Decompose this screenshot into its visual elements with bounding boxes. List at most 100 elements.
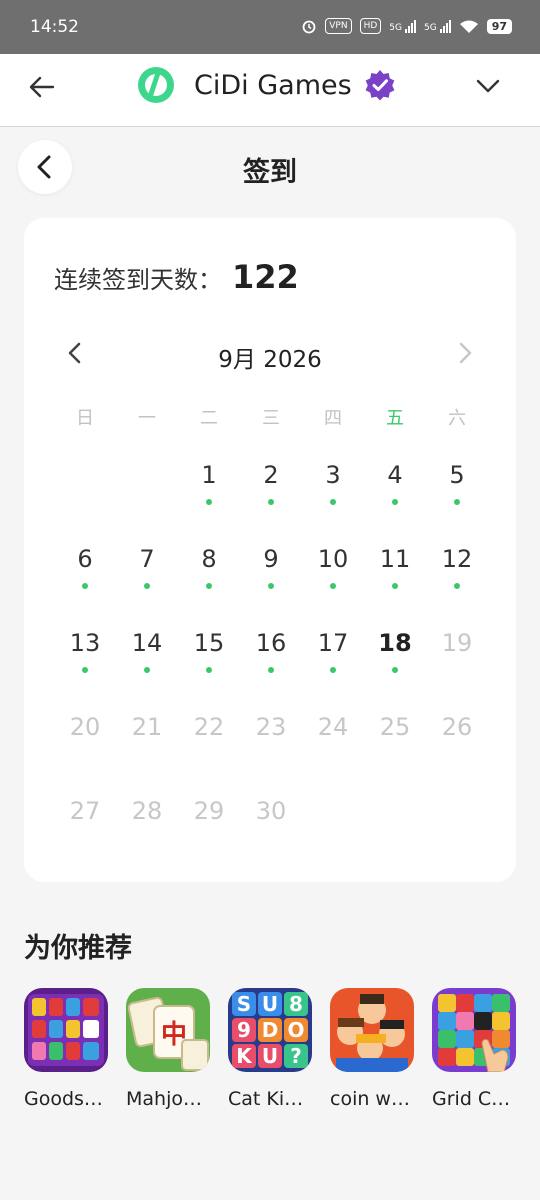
checked-in-dot xyxy=(206,499,212,505)
day-cell: 27 xyxy=(54,786,116,870)
day-cell: 29 xyxy=(178,786,240,870)
hd-badge: HD xyxy=(359,18,382,34)
status-icons: VPN HD 5G 5G 97 xyxy=(301,18,512,34)
brand-name: CiDi Games xyxy=(194,69,352,101)
month-label: 9月 2026 xyxy=(218,347,322,373)
day-cell[interactable]: 16 xyxy=(240,618,302,702)
streak-count: 122 xyxy=(232,258,299,296)
day-number: 21 xyxy=(131,713,163,741)
day-cell[interactable]: 17 xyxy=(302,618,364,702)
day-number: 27 xyxy=(69,797,101,825)
status-bar: 14:52 VPN HD 5G 5G 97 xyxy=(0,0,540,54)
game-name: coin w… xyxy=(330,1088,410,1110)
checked-in-dot xyxy=(268,667,274,673)
svg-text:K: K xyxy=(236,1044,253,1068)
grid-blocks-icon xyxy=(432,988,516,1072)
svg-text:S: S xyxy=(237,992,251,1016)
day-number: 29 xyxy=(193,797,225,825)
check-in-card: 连续签到天数： 122 9月 2026 日一二三四五六 1 2 3 4 5 6 7 8 9 10 1… xyxy=(24,218,516,882)
streak-row: 连续签到天数： 122 xyxy=(54,258,299,296)
next-month-icon[interactable] xyxy=(452,340,478,366)
day-cell[interactable]: 2 xyxy=(240,450,302,534)
day-number: 3 xyxy=(325,461,341,489)
month-navigator: 9月 2026 xyxy=(24,336,516,373)
checked-in-dot xyxy=(330,499,336,505)
weekday-label: 五 xyxy=(386,408,404,429)
alarm-icon xyxy=(302,20,316,34)
checked-in-dot xyxy=(82,583,88,589)
page-title: 签到 xyxy=(243,157,297,188)
signal-1-icon: 5G xyxy=(389,19,416,33)
checked-in-dot xyxy=(268,499,274,505)
game-name: Goods… xyxy=(24,1088,103,1110)
weekday-label: 日 xyxy=(76,408,94,429)
day-number: 22 xyxy=(193,713,225,741)
day-cell[interactable]: 15 xyxy=(178,618,240,702)
weekday-label: 一 xyxy=(138,408,156,429)
day-number: 2 xyxy=(263,461,279,489)
coin-wars-icon xyxy=(330,988,414,1072)
day-number: 8 xyxy=(201,545,217,573)
day-cell: 20 xyxy=(54,702,116,786)
day-number: 25 xyxy=(379,713,411,741)
day-cell-today[interactable]: 18 xyxy=(364,618,426,702)
checked-in-dot xyxy=(206,667,212,673)
day-cell: 26 xyxy=(426,702,488,786)
day-number: 28 xyxy=(131,797,163,825)
app-bar: CiDi Games xyxy=(0,54,540,127)
vpn-badge: VPN xyxy=(325,18,352,34)
game-item-mahjong[interactable]: 中 Mahjo… xyxy=(126,988,210,1110)
game-item-goods[interactable]: Goods… xyxy=(24,988,108,1110)
day-cell[interactable]: 6 xyxy=(54,534,116,618)
chevron-down-icon[interactable] xyxy=(472,70,504,102)
weekday-label: 二 xyxy=(200,408,218,429)
day-number: 4 xyxy=(387,461,403,489)
weekday-label: 六 xyxy=(448,408,466,429)
day-cell[interactable]: 1 xyxy=(178,450,240,534)
checked-in-dot xyxy=(392,499,398,505)
verified-badge-icon xyxy=(365,70,395,101)
day-cell[interactable]: 10 xyxy=(302,534,364,618)
svg-text:8: 8 xyxy=(289,992,303,1016)
game-name: Grid C… xyxy=(432,1088,511,1110)
network-type-2: 5G xyxy=(423,22,437,33)
game-item-coin-wars[interactable]: coin w… xyxy=(330,988,414,1110)
day-number: 6 xyxy=(77,545,93,573)
brand: CiDi Games xyxy=(136,65,396,105)
day-cell[interactable]: 14 xyxy=(116,618,178,702)
day-cell: 24 xyxy=(302,702,364,786)
day-number: 5 xyxy=(449,461,465,489)
day-cell[interactable]: 11 xyxy=(364,534,426,618)
day-cell: 30 xyxy=(240,786,302,870)
mahjong-icon: 中 xyxy=(126,988,210,1072)
day-cell[interactable]: 12 xyxy=(426,534,488,618)
svg-text:U: U xyxy=(262,1044,278,1068)
day-number: 30 xyxy=(255,797,287,825)
day-number: 7 xyxy=(139,545,155,573)
day-cell[interactable]: 9 xyxy=(240,534,302,618)
day-cell[interactable]: 13 xyxy=(54,618,116,702)
day-cell[interactable]: 8 xyxy=(178,534,240,618)
day-cell[interactable]: 3 xyxy=(302,450,364,534)
checked-in-dot xyxy=(82,667,88,673)
day-number: 15 xyxy=(193,629,225,657)
weekday-label: 四 xyxy=(324,408,342,429)
weekday-header: 日一二三四五六 xyxy=(54,404,486,430)
arrow-left-icon[interactable] xyxy=(26,71,58,103)
cidi-logo-icon xyxy=(138,67,174,103)
day-cell[interactable]: 4 xyxy=(364,450,426,534)
day-cell[interactable]: 7 xyxy=(116,534,178,618)
game-item-grid[interactable]: Grid C… xyxy=(432,988,516,1110)
day-number: 16 xyxy=(255,629,287,657)
day-number: 1 xyxy=(201,461,217,489)
svg-text:O: O xyxy=(287,1018,304,1042)
network-type-1: 5G xyxy=(389,22,402,33)
game-item-cat-kingdom[interactable]: S U 8 9 D O K U ? Cat Ki… xyxy=(228,988,312,1110)
day-cell: 21 xyxy=(116,702,178,786)
day-grid: 1 2 3 4 5 6 7 8 9 10 11 12 13 14 15 16 17 18 19 20 21 22 23 24 2… xyxy=(54,450,488,870)
day-cell[interactable]: 5 xyxy=(426,450,488,534)
checked-in-dot xyxy=(330,583,336,589)
svg-text:U: U xyxy=(262,992,278,1016)
checked-in-dot xyxy=(392,667,398,673)
svg-text:?: ? xyxy=(290,1044,302,1068)
